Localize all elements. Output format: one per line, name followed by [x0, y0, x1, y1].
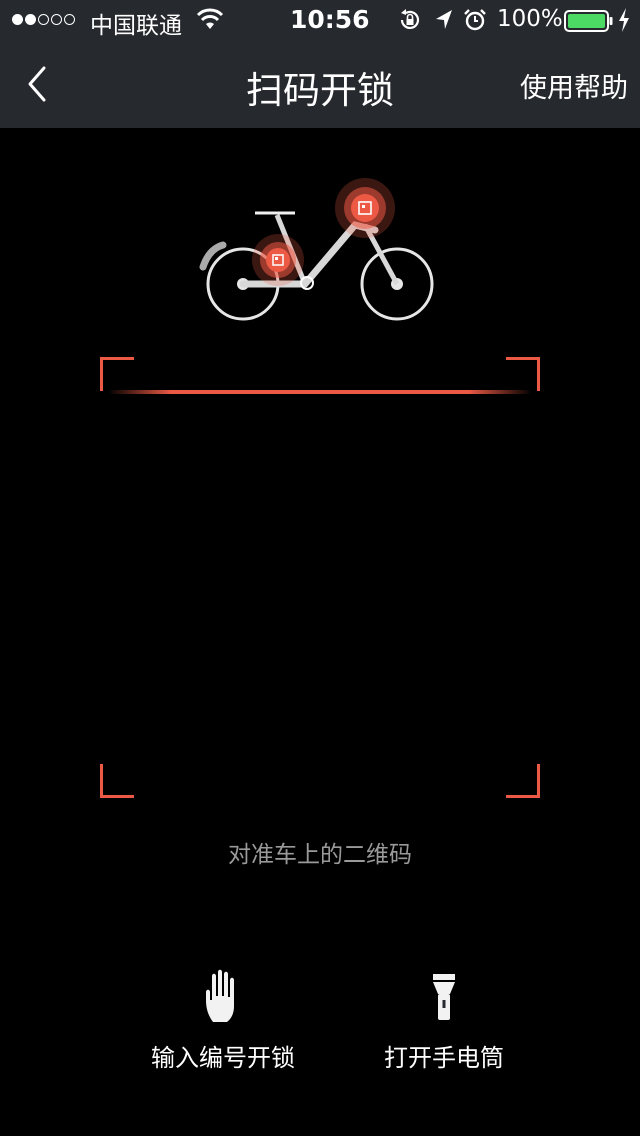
scan-corner-top-left [100, 357, 134, 391]
manual-unlock-label: 输入编号开锁 [151, 1044, 295, 1072]
nav-bar: 扫码开锁 使用帮助 [0, 40, 640, 128]
header: 中国联通 10:56 100% 扫码开锁 使用帮助 [0, 0, 640, 128]
carrier-name: 中国联通 [90, 13, 182, 39]
hand-icon [206, 969, 234, 1022]
charging-bolt-icon [619, 8, 629, 32]
scan-unlock-screen: 中国联通 10:56 100% 扫码开锁 使用帮助 对准车上的二维码 输入编号开… [0, 0, 640, 1136]
scan-frame [100, 357, 540, 798]
status-bar: 中国联通 10:56 100% [0, 0, 640, 40]
location-arrow-icon [436, 10, 452, 29]
scan-corner-bottom-right [506, 764, 540, 798]
flashlight-icon [433, 974, 455, 1020]
flashlight-button[interactable]: 打开手电筒 [344, 966, 544, 1073]
signal-strength-icon [12, 14, 75, 25]
wifi-icon [196, 8, 224, 29]
scan-corner-top-right [506, 357, 540, 391]
scan-line [108, 390, 532, 394]
flashlight-label: 打开手电筒 [384, 1044, 504, 1072]
alarm-icon [464, 9, 486, 31]
manual-unlock-button[interactable]: 输入编号开锁 [123, 966, 323, 1073]
help-button[interactable]: 使用帮助 [520, 66, 628, 105]
battery-icon [564, 10, 613, 32]
clock: 10:56 [290, 5, 370, 34]
scan-hint: 对准车上的二维码 [228, 842, 412, 868]
battery-percentage: 100% [497, 6, 563, 32]
scan-corner-bottom-left [100, 764, 134, 798]
bike-illustration [199, 178, 434, 321]
rotation-lock-icon [400, 9, 420, 29]
